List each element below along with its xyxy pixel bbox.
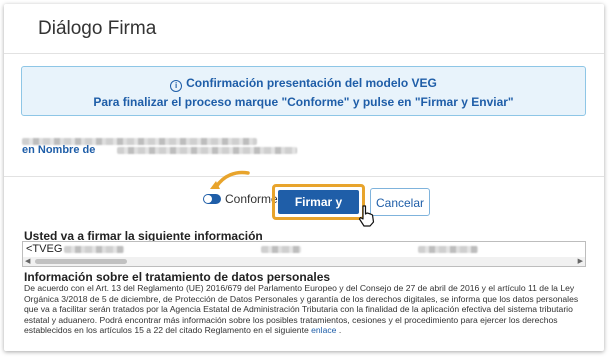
sign-data-redacted-2: [261, 246, 301, 253]
conforme-label: Conforme: [225, 192, 278, 206]
toggle-knob: [204, 195, 212, 203]
sign-data-box[interactable]: <TVEG ◀ ▶: [22, 241, 586, 267]
privacy-end: .: [338, 325, 342, 336]
info-banner: i Confirmación presentación del modelo VE…: [21, 66, 586, 116]
scrollbar-thumb[interactable]: [35, 259, 127, 264]
privacy-text: De acuerdo con el Art. 13 del Reglamento…: [24, 283, 584, 336]
info-circle-icon: i: [170, 80, 183, 92]
horizontal-scrollbar[interactable]: ◀ ▶: [23, 257, 585, 266]
signature-dialog: Diálogo Firma i Confirmación presentación…: [4, 4, 604, 351]
section-divider: [4, 176, 604, 177]
scroll-right-icon[interactable]: ▶: [578, 257, 583, 266]
info-title: Confirmación presentación del modelo VEG: [186, 76, 437, 90]
firmar-enviar-button[interactable]: Firmar y Enviar: [278, 190, 359, 233]
cancel-button[interactable]: Cancelar: [370, 188, 430, 216]
on-behalf-row: en Nombre de: [22, 144, 298, 156]
privacy-body: De acuerdo con el Art. 13 del Reglamento…: [24, 283, 579, 336]
sign-data-redacted: [64, 245, 125, 253]
sign-data-prefix: <TVEG: [26, 243, 63, 255]
privacy-link[interactable]: enlace: [311, 325, 336, 335]
on-behalf-value-redacted: [117, 146, 298, 154]
hand-cursor-icon: [358, 205, 375, 227]
title-divider: [4, 53, 604, 54]
conforme-toggle[interactable]: [203, 194, 221, 204]
scroll-left-icon[interactable]: ◀: [25, 257, 30, 266]
sign-data-redacted-3: [418, 246, 478, 253]
info-instructions: Para finalizar el proceso marque "Confor…: [93, 95, 514, 109]
privacy-heading: Información sobre el tratamiento de dato…: [24, 270, 331, 284]
firmar-highlight: Firmar y Enviar: [272, 184, 365, 233]
on-behalf-label: en Nombre de: [22, 144, 96, 156]
dialog-title: Diálogo Firma: [38, 18, 157, 39]
